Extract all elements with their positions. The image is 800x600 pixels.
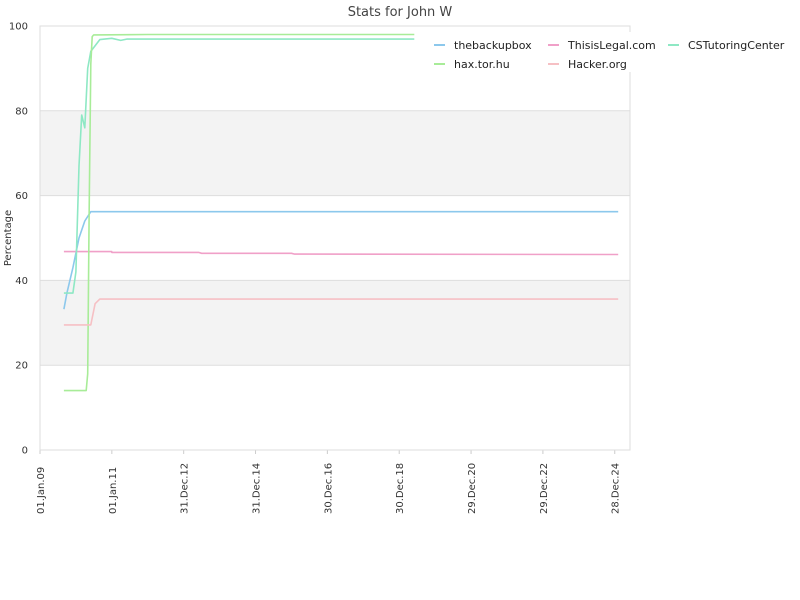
line-chart: 0 20 40 60 80 100 01.Jan.09 01.Jan.11 31.Dec.12… <box>3 5 798 514</box>
background-bands <box>40 110 630 366</box>
series-line-thisislegal-com <box>63 250 619 256</box>
legend-label: Hacker.org <box>568 58 627 71</box>
background-band <box>40 280 630 366</box>
x-tick-label: 28.Dec.24 <box>611 463 622 514</box>
legend-label: ThisisLegal.com <box>567 39 656 52</box>
x-tick-label: 30.Dec.16 <box>323 463 334 514</box>
y-tick-label: 80 <box>15 106 28 117</box>
background-band <box>40 110 630 196</box>
legend-label: hax.tor.hu <box>454 58 510 71</box>
legend-label: CSTutoringCenter <box>688 39 785 52</box>
x-tick-label: 29.Dec.22 <box>539 463 550 514</box>
x-tick-label: 01.Jan.11 <box>108 467 119 514</box>
legend-label: thebackupbox <box>454 39 532 52</box>
y-tick-label: 0 <box>22 446 28 457</box>
plot-frame <box>39 25 631 451</box>
legend: thebackupbox ThisisLegal.com CSTutoringCen… <box>428 32 798 72</box>
grid-lines <box>39 25 630 454</box>
chart-title: Stats for John W <box>348 5 453 20</box>
y-tick-label: 100 <box>9 22 28 33</box>
x-tick-label: 31.Dec.14 <box>252 463 263 514</box>
y-tick-label: 60 <box>15 191 28 202</box>
y-tick-label: 40 <box>15 276 28 287</box>
x-tick-label: 01.Jan.09 <box>36 467 47 514</box>
x-tick-label: 31.Dec.12 <box>180 463 191 514</box>
x-tick-label: 30.Dec.18 <box>395 463 406 514</box>
y-axis-title: Percentage <box>3 210 14 266</box>
x-tick-labels: 01.Jan.09 01.Jan.11 31.Dec.12 31.Dec.14 30.D… <box>36 463 622 514</box>
y-tick-label: 20 <box>15 361 28 372</box>
x-tick-label: 29.Dec.20 <box>467 463 478 514</box>
